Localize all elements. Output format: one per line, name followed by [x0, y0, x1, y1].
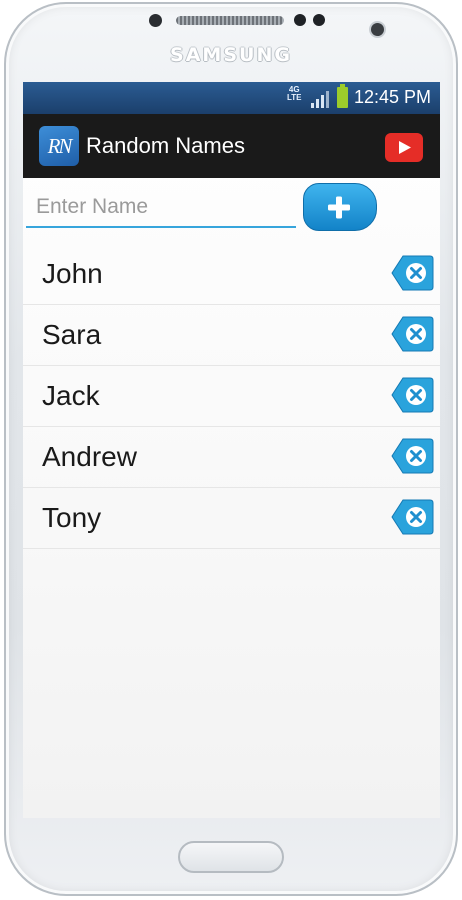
delete-icon: [391, 255, 434, 291]
name-label: Sara: [42, 319, 102, 350]
signal-icon: [311, 91, 329, 108]
name-label: John: [42, 258, 103, 289]
list-item: Jack: [23, 366, 440, 427]
delete-icon: [391, 438, 434, 474]
network-subtype: LTE: [287, 93, 302, 102]
battery-icon: [337, 84, 348, 108]
status-bar: 4G LTE 12:45 PM: [23, 82, 440, 114]
app-logo: RN: [39, 126, 79, 166]
youtube-button[interactable]: [385, 133, 423, 162]
name-label: Jack: [42, 380, 100, 411]
network-indicator: 4G LTE: [287, 86, 302, 102]
status-time: 12:45 PM: [354, 87, 432, 107]
plus-icon: [328, 196, 350, 219]
delete-button[interactable]: [391, 255, 434, 291]
delete-icon: [391, 316, 434, 352]
front-camera-icon: [371, 23, 384, 36]
screen: 4G LTE 12:45 PM RN Random Names John: [23, 82, 440, 818]
action-bar: RN Random Names: [23, 114, 440, 178]
name-label: Andrew: [42, 441, 137, 472]
name-input[interactable]: [26, 190, 296, 228]
add-name-button[interactable]: [303, 183, 377, 231]
proximity-sensor-icon: [149, 14, 162, 27]
list-item: John: [23, 244, 440, 305]
name-list: John Sara Jack Andrew Tony: [23, 244, 440, 549]
delete-button[interactable]: [391, 377, 434, 413]
home-button[interactable]: [178, 841, 284, 873]
list-item: Sara: [23, 305, 440, 366]
youtube-play-icon: [399, 141, 411, 154]
earpiece-speaker: [176, 16, 284, 25]
name-label: Tony: [42, 502, 102, 533]
list-item: Tony: [23, 488, 440, 549]
delete-icon: [391, 377, 434, 413]
list-item: Andrew: [23, 427, 440, 488]
delete-icon: [391, 499, 434, 535]
delete-button[interactable]: [391, 316, 434, 352]
sensor-icon: [294, 14, 306, 26]
sensor-icon: [313, 14, 325, 26]
delete-button[interactable]: [391, 499, 434, 535]
device-brand: SAMSUNG: [170, 44, 292, 66]
app-title: Random Names: [86, 133, 245, 158]
delete-button[interactable]: [391, 438, 434, 474]
